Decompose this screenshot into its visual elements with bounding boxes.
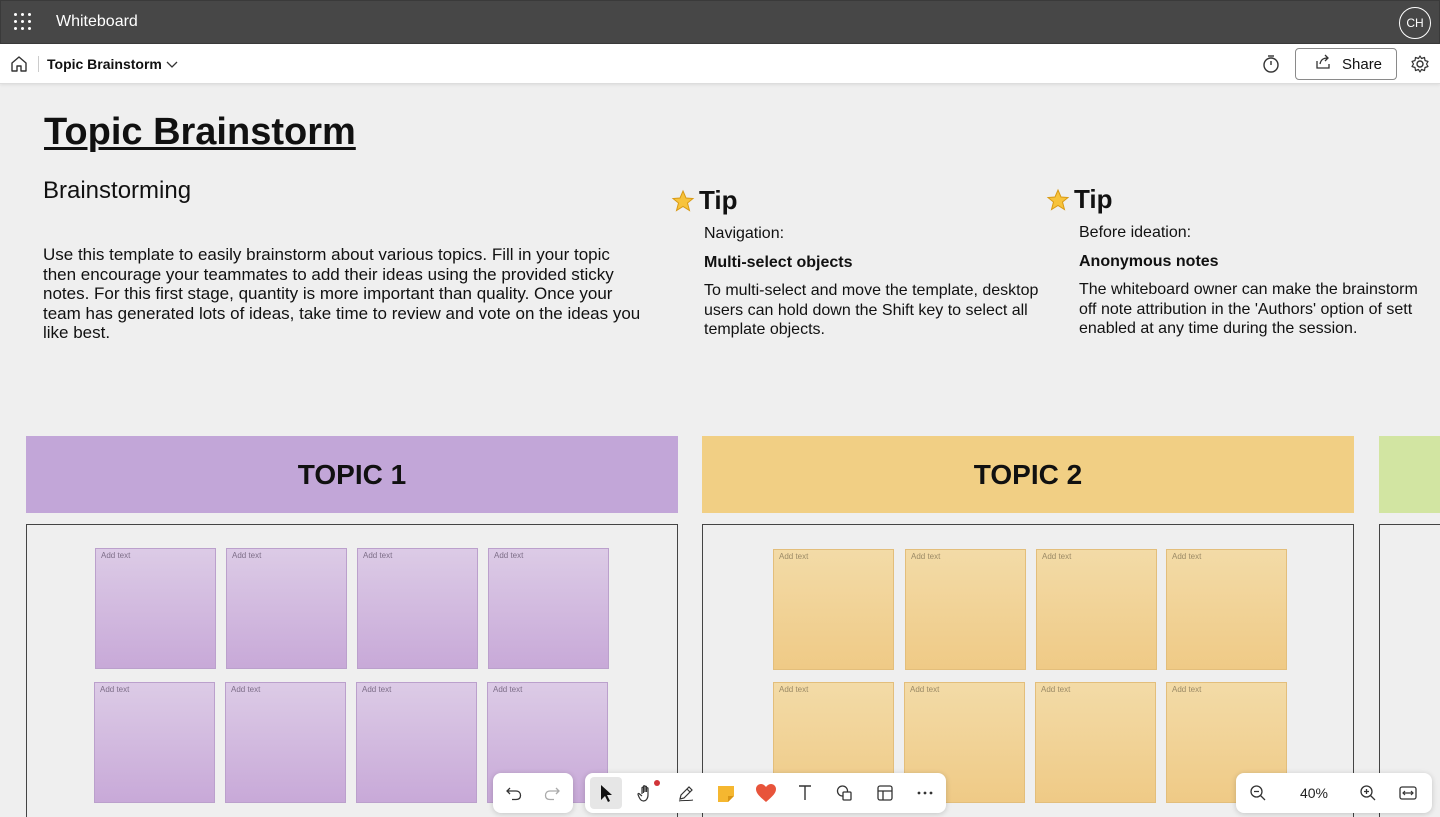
sticky-note[interactable]: Add text <box>488 548 609 669</box>
select-icon[interactable] <box>590 777 622 809</box>
sticky-note[interactable]: Add text <box>1036 549 1157 670</box>
hand-pan-icon[interactable] <box>634 780 660 805</box>
tip-text: The whiteboard owner can make the brains… <box>1079 281 1418 338</box>
avatar[interactable]: CH <box>1399 7 1431 39</box>
star-icon <box>671 189 695 212</box>
topic-1-banner[interactable]: TOPIC 1 <box>26 436 678 513</box>
app-title: Whiteboard <box>56 13 138 30</box>
board-subtitle: Brainstorming <box>43 177 192 204</box>
sticky-note[interactable]: Add text <box>225 682 346 803</box>
redo-icon[interactable] <box>540 781 564 805</box>
topic-3-banner[interactable] <box>1379 436 1440 513</box>
pen-icon[interactable] <box>674 781 698 805</box>
tip-ideation: Tip Before ideation: Anonymous notes The… <box>1046 184 1440 339</box>
star-icon <box>1046 188 1070 211</box>
sticky-note[interactable]: Add text <box>905 549 1026 670</box>
fit-to-screen-icon[interactable] <box>1396 781 1420 805</box>
shapes-icon[interactable] <box>833 781 857 805</box>
board-description: Use this template to easily brainstorm a… <box>43 245 641 343</box>
sticky-note[interactable]: Add text <box>1166 549 1287 670</box>
sticky-note[interactable]: Add text <box>357 548 478 669</box>
topic-2-banner[interactable]: TOPIC 2 <box>702 436 1354 513</box>
tip-navigation: Tip Navigation: Multi-select objects To … <box>671 185 1064 340</box>
tip-title: Anonymous notes <box>1079 252 1219 270</box>
home-icon[interactable] <box>8 53 30 75</box>
undo-redo-group <box>493 773 573 813</box>
sticky-note[interactable]: Add text <box>95 548 216 669</box>
zoom-controls: 40% <box>1236 773 1432 813</box>
tip-heading: Tip <box>699 185 738 215</box>
topic-1-frame[interactable]: Add text Add text Add text Add text Add … <box>26 524 678 817</box>
undo-icon[interactable] <box>502 781 526 805</box>
tip-title: Multi-select objects <box>704 253 853 271</box>
zoom-in-icon[interactable] <box>1356 781 1380 805</box>
tip-heading: Tip <box>1074 184 1113 214</box>
tip-line: Before ideation: <box>1079 224 1192 241</box>
whiteboard-canvas[interactable]: Topic Brainstorm Brainstorming Use this … <box>0 85 1440 817</box>
share-label: Share <box>1342 55 1383 73</box>
timer-icon[interactable] <box>1260 53 1282 75</box>
sticky-note[interactable]: Add text <box>94 682 215 803</box>
command-bar: Topic Brainstorm Share <box>0 44 1440 84</box>
tip-line: Navigation: <box>704 225 785 242</box>
sticky-note[interactable]: Add text <box>226 548 347 669</box>
sticky-note[interactable]: Add text <box>773 549 894 670</box>
sticky-note[interactable]: Add text <box>356 682 477 803</box>
text-icon[interactable] <box>793 781 817 805</box>
gear-icon[interactable] <box>1409 53 1431 75</box>
board-title: Topic Brainstorm <box>44 111 356 153</box>
tools-toolbar <box>585 773 946 813</box>
templates-icon[interactable] <box>873 781 897 805</box>
more-icon[interactable] <box>913 781 937 805</box>
zoom-out-icon[interactable] <box>1246 781 1270 805</box>
reaction-heart-icon[interactable] <box>754 781 778 805</box>
sticky-note[interactable]: Add text <box>1035 682 1156 803</box>
share-icon <box>1314 53 1332 75</box>
zoom-level[interactable]: 40% <box>1298 785 1330 801</box>
chevron-down-icon[interactable] <box>165 57 179 71</box>
app-launcher-icon[interactable] <box>14 13 32 31</box>
divider <box>38 56 39 72</box>
share-button[interactable]: Share <box>1295 48 1397 80</box>
board-name-dropdown[interactable]: Topic Brainstorm <box>47 56 162 72</box>
app-bar: Whiteboard CH <box>0 0 1440 44</box>
tip-text: To multi-select and move the template, d… <box>704 282 1039 339</box>
sticky-note-icon[interactable] <box>714 781 738 805</box>
